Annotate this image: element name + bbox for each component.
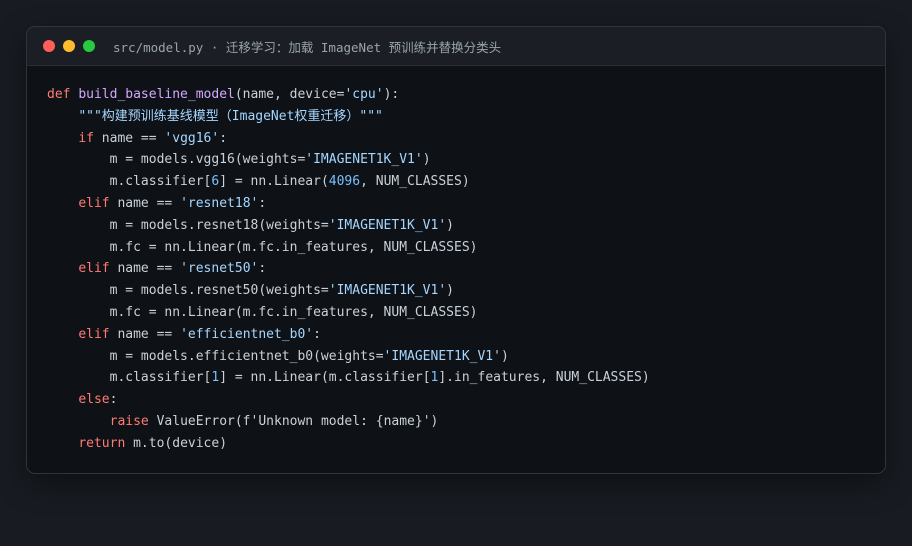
code-token: ) bbox=[446, 283, 454, 299]
code-line: def build_baseline_model(name, device='c… bbox=[47, 84, 885, 106]
code-line: m = models.resnet50(weights='IMAGENET1K_… bbox=[47, 280, 885, 302]
title-bar: src/model.py · 迁移学习：加载 ImageNet 预训练并替换分类… bbox=[27, 27, 885, 66]
code-token: elif bbox=[78, 326, 110, 342]
code-line: if name == 'vgg16': bbox=[47, 128, 885, 150]
code-token: name == bbox=[109, 261, 181, 277]
code-token: 'vgg16' bbox=[164, 130, 220, 146]
code-token: ] = nn.Linear( bbox=[219, 174, 329, 190]
code-token: m = models.resnet18(weights= bbox=[47, 217, 329, 233]
code-token: m = models.efficientnet_b0(weights= bbox=[47, 348, 384, 364]
code-token: : bbox=[313, 326, 321, 342]
code-token: elif bbox=[78, 261, 110, 277]
code-token: 4096 bbox=[328, 174, 361, 190]
code-line: m = models.resnet18(weights='IMAGENET1K_… bbox=[47, 215, 885, 237]
code-line: elif name == 'resnet18': bbox=[47, 193, 885, 215]
code-token: if bbox=[78, 130, 94, 146]
code-token: m.classifier[ bbox=[47, 174, 212, 190]
code-window: src/model.py · 迁移学习：加载 ImageNet 预训练并替换分类… bbox=[26, 26, 886, 474]
code-token: 'IMAGENET1K_V1' bbox=[328, 283, 447, 299]
code-line: elif name == 'efficientnet_b0': bbox=[47, 324, 885, 346]
code-token: (name, device= bbox=[234, 87, 345, 102]
code-line: m = models.vgg16(weights='IMAGENET1K_V1'… bbox=[47, 149, 885, 171]
code-token: 'efficientnet_b0' bbox=[180, 326, 314, 342]
code-token: 'IMAGENET1K_V1' bbox=[328, 217, 447, 233]
code-token: ): bbox=[383, 87, 400, 102]
code-token: build_baseline_model bbox=[78, 87, 235, 102]
code-line: elif name == 'resnet50': bbox=[47, 258, 885, 280]
code-token: ) bbox=[446, 217, 454, 233]
code-token: return bbox=[78, 435, 126, 451]
code-line: m.fc = nn.Linear(m.fc.in_features, NUM_C… bbox=[47, 302, 885, 324]
code-line: return m.to(device) bbox=[47, 433, 885, 455]
code-token: name == bbox=[93, 130, 165, 146]
code-block: def build_baseline_model(name, device='c… bbox=[27, 66, 885, 455]
code-token: m.classifier[ bbox=[47, 370, 212, 386]
code-token: : bbox=[258, 261, 267, 277]
code-token: : bbox=[219, 130, 228, 146]
code-token: def bbox=[47, 87, 71, 102]
code-line: else: bbox=[47, 389, 885, 411]
code-token: m.fc = nn.Linear(m.fc.in_features, NUM_C… bbox=[47, 239, 478, 255]
code-line: m.classifier[6] = nn.Linear(4096, NUM_CL… bbox=[47, 171, 885, 193]
window-title: src/model.py · 迁移学习：加载 ImageNet 预训练并替换分类… bbox=[113, 39, 502, 55]
code-token: m = models.vgg16(weights= bbox=[47, 152, 306, 168]
code-token: 'resnet18' bbox=[180, 195, 259, 211]
code-line: raise ValueError(f'Unknown model: {name}… bbox=[47, 411, 885, 433]
code-line: m.classifier[1] = nn.Linear(m.classifier… bbox=[47, 367, 885, 389]
code-token: m.fc = nn.Linear(m.fc.in_features, NUM_C… bbox=[47, 304, 478, 320]
code-line: m = models.efficientnet_b0(weights='IMAG… bbox=[47, 346, 885, 368]
code-token: 'cpu' bbox=[344, 87, 384, 102]
code-token: , NUM_CLASSES) bbox=[360, 174, 470, 190]
code-token: """构建预训练基线模型（ImageNet权重迁移）""" bbox=[78, 108, 383, 124]
code-token: name == bbox=[109, 195, 181, 211]
code-token: raise bbox=[109, 413, 149, 429]
code-token: : bbox=[109, 392, 118, 408]
close-window-button[interactable] bbox=[43, 40, 55, 52]
code-token: ) bbox=[500, 348, 509, 364]
code-token: else bbox=[78, 392, 110, 408]
code-token: elif bbox=[78, 195, 110, 211]
code-token: ].in_features, NUM_CLASSES) bbox=[438, 370, 650, 386]
code-token: m = models.resnet50(weights= bbox=[47, 283, 329, 299]
code-token: m.to(device) bbox=[125, 435, 228, 451]
minimize-window-button[interactable] bbox=[63, 40, 75, 52]
code-token: 'resnet50' bbox=[180, 261, 259, 277]
maximize-window-button[interactable] bbox=[83, 40, 95, 52]
code-token: ) bbox=[422, 152, 431, 168]
code-token: ValueError(f'Unknown model: {name}') bbox=[148, 413, 439, 429]
code-line: m.fc = nn.Linear(m.fc.in_features, NUM_C… bbox=[47, 237, 885, 259]
code-line: """构建预训练基线模型（ImageNet权重迁移）""" bbox=[47, 106, 885, 128]
code-token: : bbox=[258, 195, 267, 211]
code-token: name == bbox=[109, 326, 181, 342]
code-token: ] = nn.Linear(m.classifier[ bbox=[219, 370, 431, 386]
code-token: 'IMAGENET1K_V1' bbox=[305, 152, 423, 168]
code-token: 'IMAGENET1K_V1' bbox=[383, 348, 501, 364]
